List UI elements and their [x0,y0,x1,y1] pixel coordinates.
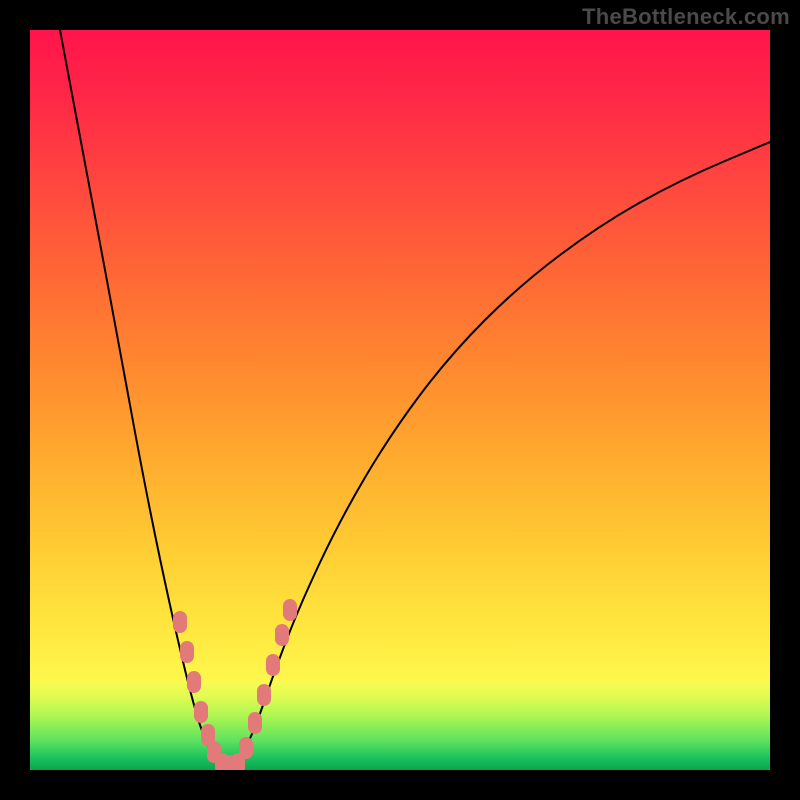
marker-point [180,641,194,663]
marker-point [173,611,187,633]
marker-point [257,684,271,706]
plot-area [30,30,770,770]
markers-group [173,599,297,770]
marker-point [266,654,280,676]
marker-point [248,712,262,734]
left-curve [60,30,226,768]
marker-point [194,701,208,723]
right-curve [226,142,770,768]
chart-svg [30,30,770,770]
chart-frame: TheBottleneck.com [0,0,800,800]
watermark-text: TheBottleneck.com [582,4,790,30]
marker-point [275,624,289,646]
marker-point [239,737,253,759]
marker-point [283,599,297,621]
marker-point [187,671,201,693]
